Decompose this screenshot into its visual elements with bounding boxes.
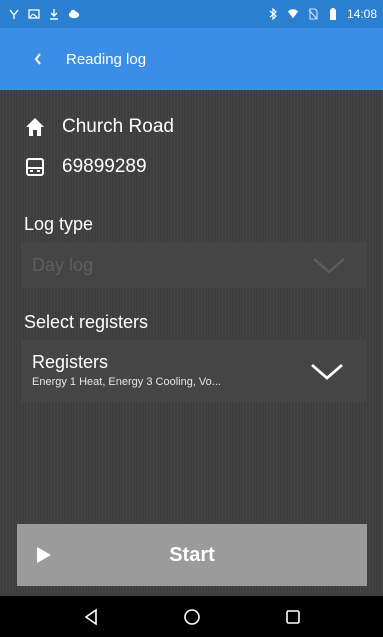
back-button[interactable] xyxy=(24,45,52,73)
usb-debug-icon xyxy=(8,8,20,20)
app-bar: Reading log xyxy=(0,28,383,90)
page-title: Reading log xyxy=(66,50,147,68)
select-registers-label: Select registers xyxy=(24,312,149,332)
system-nav-bar xyxy=(0,596,383,637)
home-icon xyxy=(24,116,46,138)
registers-title: Registers xyxy=(32,352,109,372)
status-time: 14:08 xyxy=(346,7,377,21)
log-type-value: Day log xyxy=(32,254,94,275)
registers-summary: Energy 1 Heat, Energy 3 Cooling, Vo... xyxy=(32,376,221,388)
chevron-down-icon xyxy=(313,258,345,274)
no-sim-icon xyxy=(307,8,319,20)
site-address: Church Road xyxy=(62,116,174,137)
nav-home-button[interactable] xyxy=(177,602,207,632)
download-icon xyxy=(48,8,60,20)
log-type-label: Log type xyxy=(24,214,94,234)
bluetooth-icon xyxy=(267,8,279,20)
main-content: Church Road 69899289 Log type Day log Se… xyxy=(0,90,383,596)
nav-back-button[interactable] xyxy=(76,602,106,632)
meter-id: 69899289 xyxy=(62,156,147,177)
battery-icon xyxy=(327,8,339,20)
play-icon xyxy=(37,547,51,563)
registers-select[interactable]: Registers Energy 1 Heat, Energy 3 Coolin… xyxy=(22,340,366,402)
chevron-left-icon xyxy=(34,53,41,65)
cloud-sync-icon xyxy=(68,8,80,20)
recents-square-icon xyxy=(285,609,300,624)
status-bar-right: 14:08 xyxy=(267,7,377,21)
chevron-down-icon xyxy=(311,363,343,380)
start-button[interactable]: Start xyxy=(17,524,367,586)
start-button-label: Start xyxy=(169,543,215,566)
meter-id-row: 69899289 xyxy=(24,156,147,178)
status-bar-left xyxy=(8,8,80,20)
log-type-select[interactable]: Day log xyxy=(22,242,366,288)
site-address-row: Church Road xyxy=(24,116,174,138)
status-bar: 14:08 xyxy=(0,0,383,28)
home-circle-icon xyxy=(183,608,200,625)
back-triangle-icon xyxy=(84,607,97,626)
nav-recents-button[interactable] xyxy=(278,602,308,632)
wifi-icon xyxy=(287,8,299,20)
registers-text: Registers Energy 1 Heat, Energy 3 Coolin… xyxy=(32,352,221,390)
gallery-notification-icon xyxy=(28,8,40,20)
meter-icon xyxy=(24,156,46,178)
